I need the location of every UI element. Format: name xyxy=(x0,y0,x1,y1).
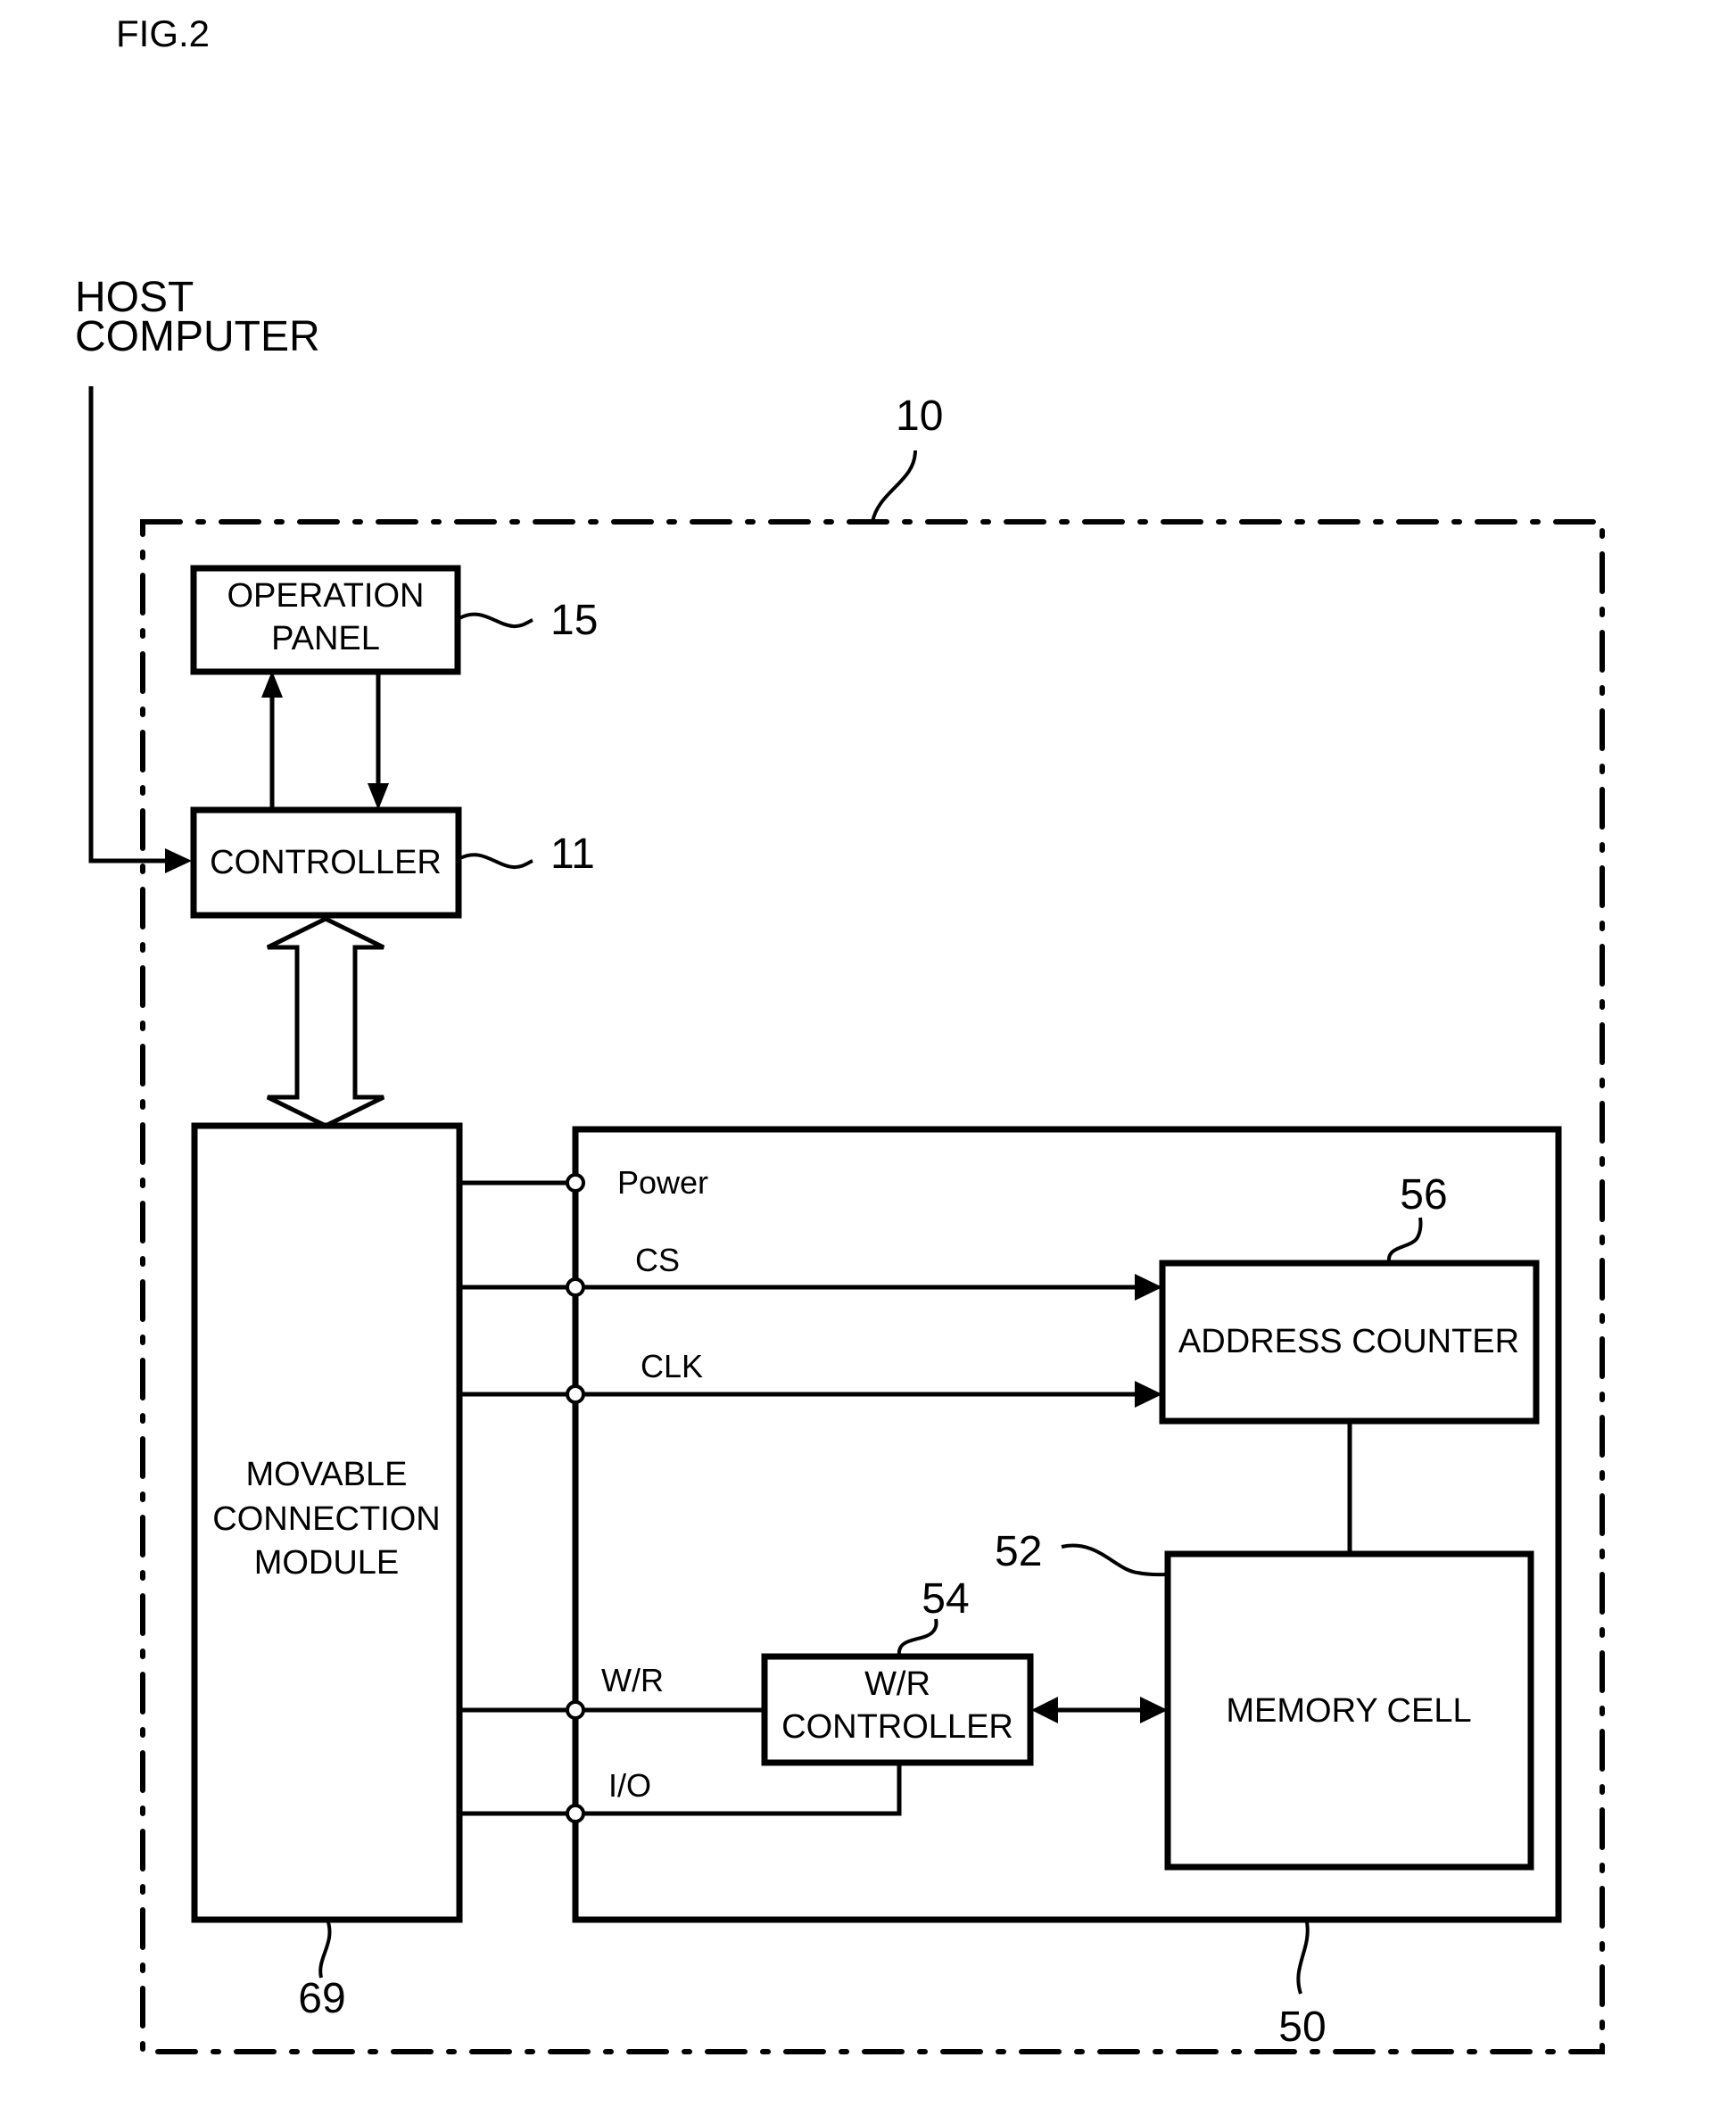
wr-controller-ref-label: 54 xyxy=(922,1575,969,1623)
wr-memory-arrowhead-right xyxy=(1140,1697,1168,1723)
clk-signal-label: CLK xyxy=(641,1348,703,1384)
power-signal-label: Power xyxy=(617,1164,708,1201)
controller-ref-label: 11 xyxy=(550,830,595,878)
movable-module-ref-leader xyxy=(318,1921,332,1979)
controller-ref-leader xyxy=(459,853,533,870)
device-ref-leader xyxy=(871,450,917,523)
movable-module-label-line1: MOVABLE xyxy=(246,1456,408,1493)
cs-terminal xyxy=(566,1277,585,1297)
memory-cell-ref-label: 52 xyxy=(995,1528,1042,1575)
device-ref-label: 10 xyxy=(896,392,943,440)
wr-controller-label-line1: W/R xyxy=(864,1665,930,1703)
address-counter-ref-label: 56 xyxy=(1400,1171,1447,1219)
wr-controller-label-line2: CONTROLLER xyxy=(781,1708,1013,1746)
panel-to-controller-arrowhead xyxy=(368,783,389,810)
cs-arrowhead xyxy=(1135,1274,1162,1301)
power-terminal xyxy=(566,1173,585,1193)
address-counter-label: ADDRESS COUNTER xyxy=(1178,1323,1519,1360)
bus-double-arrow xyxy=(266,916,385,1128)
wr-controller-ref-leader xyxy=(897,1618,938,1656)
clk-terminal xyxy=(566,1384,585,1404)
memory-cell-label: MEMORY CELL xyxy=(1226,1692,1471,1730)
operation-panel-ref-label: 15 xyxy=(550,597,598,644)
memory-unit-ref-label: 50 xyxy=(1278,2004,1326,2051)
io-signal-label: I/O xyxy=(608,1767,651,1804)
wr-terminal xyxy=(566,1700,585,1720)
operation-panel-label-line2: PANEL xyxy=(271,620,380,657)
clk-arrowhead xyxy=(1135,1381,1162,1408)
wr-memory-arrowhead-left xyxy=(1031,1697,1058,1723)
movable-module-label-line2: CONNECTION xyxy=(212,1500,440,1538)
operation-panel-ref-leader xyxy=(459,612,533,629)
io-wire xyxy=(459,1763,902,1816)
operation-panel-label-line1: OPERATION xyxy=(227,577,425,615)
host-computer-arrowhead xyxy=(165,848,192,873)
movable-module-ref-label: 69 xyxy=(298,1975,345,2022)
memory-unit-ref-leader xyxy=(1296,1921,1310,1995)
io-terminal xyxy=(566,1804,585,1823)
cs-signal-label: CS xyxy=(635,1242,680,1278)
host-computer-wire xyxy=(88,386,165,863)
address-counter-ref-leader xyxy=(1387,1217,1423,1262)
figure-title: FIG.2 xyxy=(116,12,210,54)
host-computer-label-line2: COMPUTER xyxy=(75,313,320,360)
block-diagram: FIG.2 HOST COMPUTER 10 OPERATION PANEL 1… xyxy=(75,12,1605,2054)
memory-cell-ref-leader xyxy=(1061,1543,1167,1577)
movable-module-label-line3: MODULE xyxy=(254,1544,400,1582)
wr-signal-label: W/R xyxy=(601,1662,664,1698)
controller-label: CONTROLLER xyxy=(210,844,442,881)
